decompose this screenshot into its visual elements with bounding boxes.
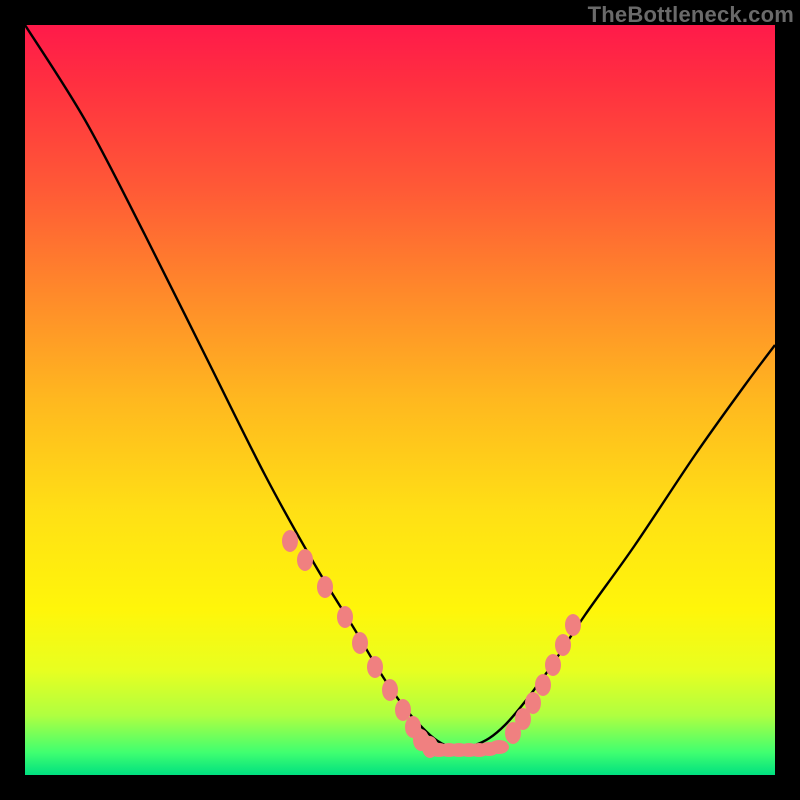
dot <box>395 699 411 721</box>
dot <box>317 576 333 598</box>
bottleneck-curve <box>25 25 775 748</box>
dot <box>297 549 313 571</box>
dot <box>382 679 398 701</box>
curve-dots <box>282 530 581 758</box>
chart-svg <box>25 25 775 775</box>
dot <box>337 606 353 628</box>
dot <box>555 634 571 656</box>
dot <box>565 614 581 636</box>
dot <box>489 740 509 754</box>
dot <box>367 656 383 678</box>
dot <box>525 692 541 714</box>
plot-area <box>25 25 775 775</box>
dot <box>545 654 561 676</box>
dot <box>282 530 298 552</box>
dot <box>535 674 551 696</box>
dot <box>352 632 368 654</box>
